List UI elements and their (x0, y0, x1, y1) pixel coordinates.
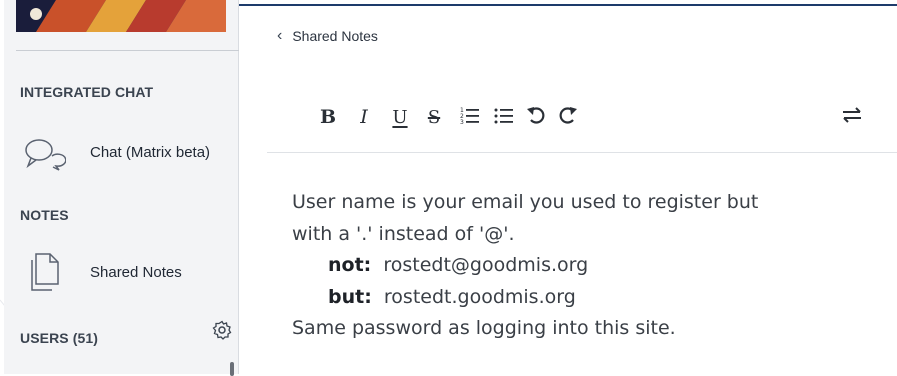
toggle-direction-button[interactable] (839, 100, 865, 134)
note-line-2: with a '.' instead of '@'. (292, 222, 515, 245)
bold-label: B (319, 106, 337, 128)
but-label: but: (328, 285, 372, 308)
notes-heading: NOTES (20, 207, 69, 223)
ordered-list-button[interactable]: 1 2 3 (457, 100, 483, 134)
bullet-list-button[interactable] (491, 100, 517, 134)
bold-button[interactable]: B (315, 100, 341, 134)
ordered-list-icon: 1 2 3 (460, 106, 480, 129)
bullet-list-icon (494, 106, 514, 129)
users-heading: USERS (51) (20, 330, 99, 346)
sidebar-item-shared-notes-label: Shared Notes (90, 264, 182, 281)
sidebar: INTEGRATED CHAT Chat (Matrix beta) NOTES… (4, 0, 242, 376)
document-icon (28, 250, 62, 299)
top-accent-line (239, 4, 897, 6)
toolbar-divider (267, 152, 897, 153)
redo-button[interactable] (555, 100, 581, 134)
strikethrough-button[interactable]: S (421, 100, 447, 134)
chevron-left-icon: ‹ (277, 27, 283, 44)
undo-button[interactable] (523, 100, 549, 134)
back-to-shared-notes[interactable]: ‹ Shared Notes (277, 27, 378, 45)
sidebar-divider (16, 50, 242, 51)
banner-image (16, 0, 226, 32)
but-value: rostedt.goodmis.org (383, 285, 576, 308)
note-line-but: but: rostedt.goodmis.org (292, 282, 892, 314)
back-label: Shared Notes (292, 28, 378, 44)
underline-label: U (392, 106, 408, 128)
sidebar-item-chat-label: Chat (Matrix beta) (90, 144, 211, 161)
note-line-1: User name is your email you used to regi… (292, 191, 759, 213)
italic-label: I (360, 106, 368, 128)
chat-bubbles-icon (22, 136, 67, 177)
note-line-5: Same password as logging into this site. (292, 317, 676, 339)
shared-notes-panel: ‹ Shared Notes B I U S 1 2 3 User name i… (239, 0, 897, 374)
svg-text:3: 3 (460, 119, 464, 124)
not-label: not: (328, 254, 372, 276)
swap-arrows-icon (841, 106, 863, 129)
strikethrough-label: S (427, 106, 441, 128)
sidebar-item-shared-notes[interactable]: Shared Notes (4, 250, 238, 294)
undo-icon (526, 105, 546, 130)
underline-button[interactable]: U (387, 100, 413, 134)
notes-editor-content[interactable]: User name is your email you used to regi… (292, 187, 892, 345)
not-value: rostedt@goodmis.org (383, 254, 589, 276)
note-line-not: not: rostedt@goodmis.org (292, 250, 892, 282)
sidebar-item-chat[interactable]: Chat (Matrix beta) (4, 130, 238, 174)
italic-button[interactable]: I (351, 100, 377, 134)
integrated-chat-heading: INTEGRATED CHAT (20, 84, 154, 100)
redo-icon (558, 105, 578, 130)
gear-icon[interactable] (212, 320, 232, 345)
